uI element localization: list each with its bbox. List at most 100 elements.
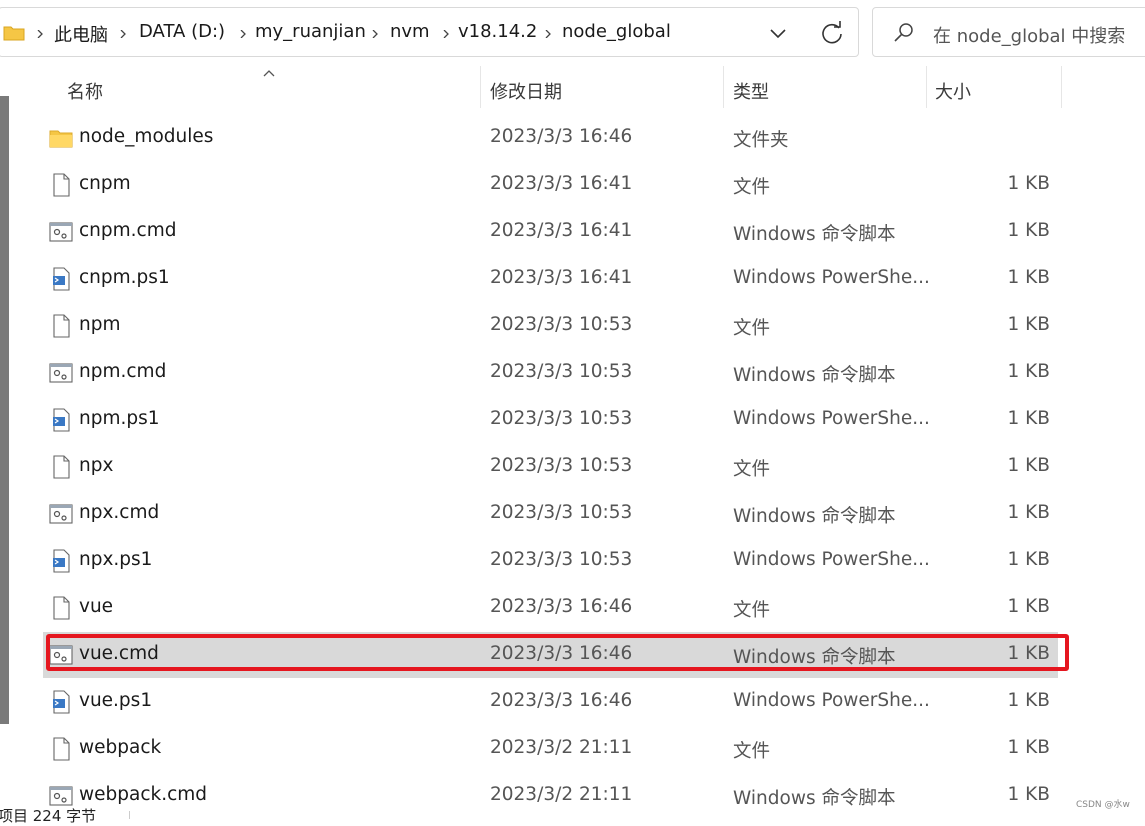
file-date: 2023/3/3 16:46: [490, 126, 633, 147]
chevron-right-icon[interactable]: [36, 30, 44, 38]
file-row[interactable]: node_modules 2023/3/3 16:46 文件夹: [43, 115, 1058, 161]
column-header: 名称 修改日期 类型 大小: [0, 66, 1145, 112]
file-size: 1 KB: [1007, 737, 1050, 758]
ps1-icon: [53, 267, 70, 291]
breadcrumb-item[interactable]: v18.14.2: [458, 21, 537, 42]
breadcrumb-item[interactable]: my_ruanjian: [255, 21, 366, 42]
file-name: webpack: [79, 737, 162, 758]
column-type[interactable]: 类型: [733, 78, 769, 104]
file-date: 2023/3/3 16:41: [490, 173, 633, 194]
file-name: cnpm: [79, 173, 131, 194]
file-size: 1 KB: [1007, 690, 1050, 711]
file-size: 1 KB: [1007, 549, 1050, 570]
chevron-right-icon[interactable]: [119, 30, 127, 38]
file-row[interactable]: vue.ps1 2023/3/3 16:46 Windows PowerShe...…: [43, 679, 1058, 725]
file-type: 文件: [733, 459, 771, 480]
file-type: Windows 命令脚本: [733, 224, 896, 245]
file-row[interactable]: npm.cmd 2023/3/3 10:53 Windows 命令脚本 1 KB: [43, 350, 1058, 396]
file-date: 2023/3/3 10:53: [490, 408, 633, 429]
search-icon: [894, 23, 913, 42]
breadcrumb-item[interactable]: node_global: [562, 21, 671, 42]
file-row[interactable]: npx 2023/3/3 10:53 文件 1 KB: [43, 444, 1058, 490]
file-name: vue: [79, 596, 114, 617]
folder-icon: [49, 130, 73, 148]
column-divider[interactable]: [1061, 66, 1062, 108]
file-type: Windows 命令脚本: [733, 506, 896, 527]
column-size[interactable]: 大小: [935, 78, 971, 104]
ps1-icon: [53, 408, 70, 432]
file-icon: [53, 596, 70, 620]
file-row[interactable]: cnpm 2023/3/3 16:41 文件 1 KB: [43, 162, 1058, 208]
file-date: 2023/3/3 10:53: [490, 549, 633, 570]
file-size: 1 KB: [1007, 314, 1050, 335]
file-row[interactable]: npm 2023/3/3 10:53 文件 1 KB: [43, 303, 1058, 349]
file-row[interactable]: npx.cmd 2023/3/3 10:53 Windows 命令脚本 1 KB: [43, 491, 1058, 537]
file-size: 1 KB: [1007, 267, 1050, 288]
file-name: npx.ps1: [79, 549, 153, 570]
column-divider[interactable]: [480, 66, 481, 108]
chevron-down-icon[interactable]: [764, 23, 792, 43]
file-type: Windows PowerShe...: [733, 408, 930, 429]
file-row[interactable]: webpack 2023/3/2 21:11 文件 1 KB: [43, 726, 1058, 772]
cmd-icon: [49, 504, 73, 524]
file-icon: [53, 737, 70, 761]
file-icon: [53, 314, 70, 338]
status-text: 项目 224 字节: [0, 807, 97, 825]
file-date: 2023/3/3 10:53: [490, 502, 633, 523]
file-row[interactable]: cnpm.ps1 2023/3/3 16:41 Windows PowerShe..…: [43, 256, 1058, 302]
annotation-highlight-box: [46, 634, 1069, 671]
column-date[interactable]: 修改日期: [490, 78, 562, 104]
cmd-icon: [49, 222, 73, 242]
breadcrumb-item[interactable]: DATA (D:): [139, 21, 225, 42]
file-size: 1 KB: [1007, 408, 1050, 429]
breadcrumb-item[interactable]: nvm: [390, 21, 430, 42]
chevron-right-icon[interactable]: [544, 30, 552, 38]
file-size: 1 KB: [1007, 220, 1050, 241]
file-type: 文件: [733, 741, 771, 762]
file-row[interactable]: cnpm.cmd 2023/3/3 16:41 Windows 命令脚本 1 KB: [43, 209, 1058, 255]
file-size: 1 KB: [1007, 173, 1050, 194]
address-bar[interactable]: 此电脑 DATA (D:) my_ruanjian nvm v18.14.2 node_g…: [0, 7, 859, 57]
refresh-icon[interactable]: [817, 19, 847, 47]
file-type: Windows 命令脚本: [733, 788, 896, 809]
file-date: 2023/3/2 21:11: [490, 737, 633, 758]
file-date: 2023/3/3 10:53: [490, 455, 633, 476]
search-input[interactable]: 在 node_global 中搜索: [933, 22, 1125, 48]
column-divider[interactable]: [926, 66, 927, 108]
file-date: 2023/3/3 16:41: [490, 220, 633, 241]
cmd-icon: [49, 363, 73, 383]
ps1-icon: [53, 549, 70, 573]
breadcrumb-item[interactable]: 此电脑: [54, 21, 108, 47]
file-type: Windows PowerShe...: [733, 549, 930, 570]
file-row[interactable]: npm.ps1 2023/3/3 10:53 Windows PowerShe...…: [43, 397, 1058, 443]
search-box[interactable]: 在 node_global 中搜索: [872, 7, 1145, 57]
status-divider: [129, 811, 130, 819]
scrollbar[interactable]: [0, 96, 9, 724]
file-name: npm.ps1: [79, 408, 160, 429]
file-row[interactable]: webpack.cmd 2023/3/2 21:11 Windows 命令脚本 1 K…: [43, 773, 1058, 819]
file-name: npm: [79, 314, 121, 335]
file-type: 文件: [733, 600, 771, 621]
file-type: 文件: [733, 318, 771, 339]
file-size: 1 KB: [1007, 361, 1050, 382]
file-icon: [53, 173, 70, 197]
file-name: node_modules: [79, 126, 214, 147]
file-date: 2023/3/2 21:11: [490, 784, 633, 805]
file-size: 1 KB: [1007, 596, 1050, 617]
file-name: npm.cmd: [79, 361, 167, 382]
file-row[interactable]: vue 2023/3/3 16:46 文件 1 KB: [43, 585, 1058, 631]
column-divider[interactable]: [723, 66, 724, 108]
file-date: 2023/3/3 10:53: [490, 314, 633, 335]
chevron-right-icon[interactable]: [371, 30, 379, 38]
chevron-right-icon[interactable]: [239, 30, 247, 38]
column-name[interactable]: 名称: [67, 78, 103, 104]
file-row[interactable]: npx.ps1 2023/3/3 10:53 Windows PowerShe...…: [43, 538, 1058, 584]
file-name: npx: [79, 455, 114, 476]
file-name: vue.ps1: [79, 690, 153, 711]
sort-ascending-icon: [263, 70, 275, 77]
file-name: npx.cmd: [79, 502, 160, 523]
file-date: 2023/3/3 10:53: [490, 361, 633, 382]
chevron-right-icon[interactable]: [442, 30, 450, 38]
file-size: 1 KB: [1007, 502, 1050, 523]
file-size: 1 KB: [1007, 784, 1050, 805]
